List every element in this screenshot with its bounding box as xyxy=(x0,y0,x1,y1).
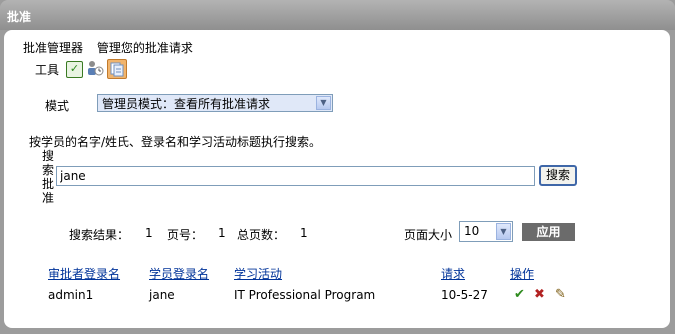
users-tool-icon[interactable] xyxy=(86,59,104,77)
row-request-date: 10-5-27 xyxy=(441,288,488,302)
row-learner: jane xyxy=(149,288,175,302)
breadcrumb: 批准管理器 管理您的批准请求 xyxy=(23,39,203,56)
edit-icon[interactable]: ✎ xyxy=(555,287,566,302)
approve-icon[interactable]: ✔ xyxy=(514,287,525,302)
row-approver: admin1 xyxy=(48,288,94,302)
search-button[interactable]: 搜索 xyxy=(539,165,577,186)
tools-label: 工具 xyxy=(35,63,60,77)
column-learning-activity[interactable]: 学习活动 xyxy=(234,265,282,282)
chevron-down-icon[interactable]: ▼ xyxy=(316,96,331,110)
mode-select-value: 管理员模式：查看所有批准请求 xyxy=(102,97,271,111)
column-request[interactable]: 请求 xyxy=(441,265,465,282)
main-panel: 批准管理器 管理您的批准请求 工具 ✓ 模式 管理员模式：查看所有批准请求 ▼ … xyxy=(4,30,670,328)
reject-icon[interactable]: ✖ xyxy=(534,287,545,302)
page-size-value: 10 xyxy=(464,224,480,238)
total-pages-label: 总页数： xyxy=(237,228,286,242)
search-input[interactable] xyxy=(56,166,535,186)
search-hint: 按学员的名字/姓氏、登录名和学习活动标题执行搜索。 xyxy=(29,135,322,149)
documents-tool-icon[interactable] xyxy=(107,59,127,79)
row-activity: IT Professional Program xyxy=(234,288,376,302)
approve-tool-icon[interactable]: ✓ xyxy=(66,61,83,78)
column-approver-login[interactable]: 审批者登录名 xyxy=(48,265,120,282)
results-label: 搜索结果： xyxy=(69,228,130,242)
window-title: 批准 xyxy=(7,10,32,24)
mode-select[interactable]: 管理员模式：查看所有批准请求 ▼ xyxy=(97,94,333,112)
breadcrumb-app[interactable]: 批准管理器 xyxy=(23,41,83,55)
chevron-down-icon[interactable]: ▼ xyxy=(496,223,511,240)
column-actions: 操作 xyxy=(510,267,535,281)
total-pages: 1 xyxy=(300,226,308,240)
title-bar: 批准 xyxy=(0,0,675,30)
page-number: 1 xyxy=(218,226,226,240)
page-size-select[interactable]: 10 ▼ xyxy=(459,221,513,242)
results-count: 1 xyxy=(145,226,153,240)
page-number-label: 页号： xyxy=(167,228,204,242)
page-size-label: 页面大小 xyxy=(404,228,453,242)
breadcrumb-current: 管理您的批准请求 xyxy=(96,41,193,55)
search-vertical-label: 搜索批准 xyxy=(42,149,55,205)
column-learner-login[interactable]: 学员登录名 xyxy=(149,265,209,282)
mode-label: 模式 xyxy=(45,99,70,113)
apply-button[interactable]: 应用 xyxy=(522,223,575,241)
